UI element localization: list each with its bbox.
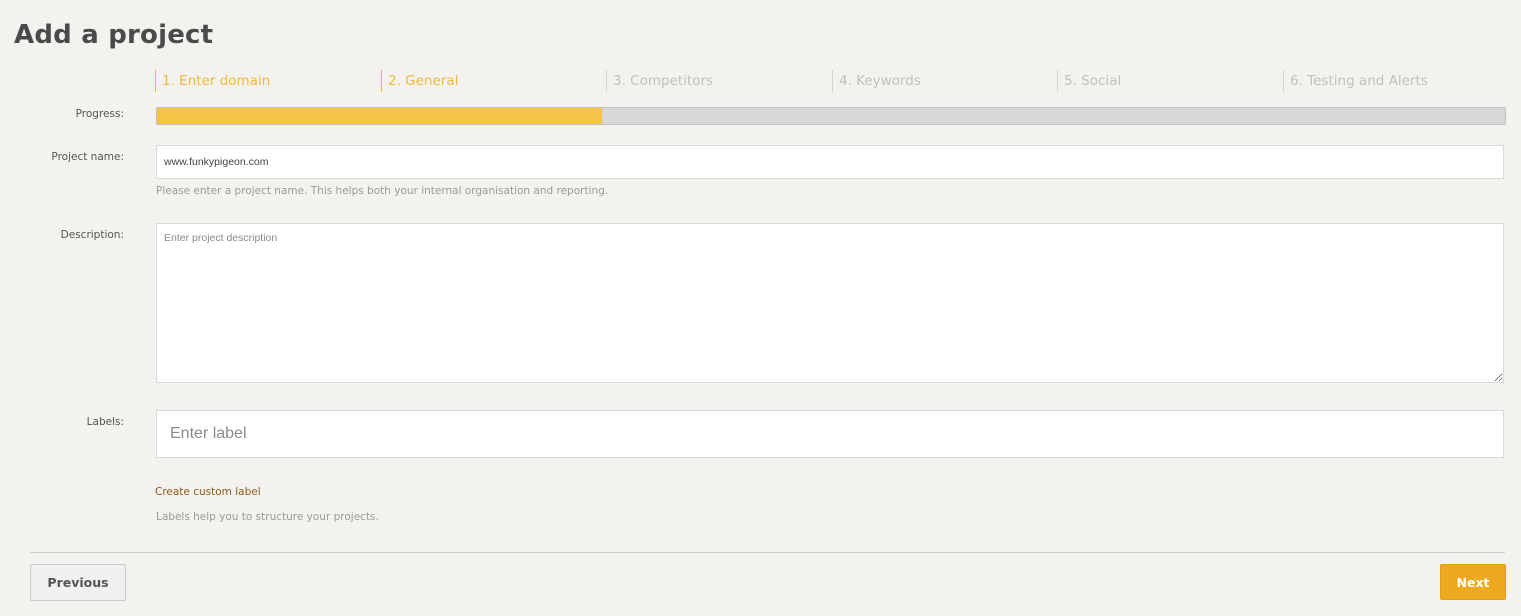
labels-help: Labels help you to structure your projec… bbox=[156, 511, 379, 523]
divider bbox=[30, 552, 1505, 553]
project-name-help: Please enter a project name. This helps … bbox=[156, 185, 609, 197]
project-name-label: Project name: bbox=[51, 151, 124, 163]
description-label: Description: bbox=[60, 229, 124, 241]
wizard-steps: 1. Enter domain 2. General 3. Competitor… bbox=[155, 70, 1505, 92]
labels-label: Labels: bbox=[86, 416, 124, 428]
description-textarea[interactable] bbox=[156, 223, 1504, 383]
step-enter-domain[interactable]: 1. Enter domain bbox=[155, 70, 270, 92]
project-name-input[interactable] bbox=[156, 145, 1504, 179]
step-general[interactable]: 2. General bbox=[381, 70, 458, 92]
page-title: Add a project bbox=[14, 20, 214, 50]
progress-label: Progress: bbox=[75, 108, 124, 120]
previous-button[interactable]: Previous bbox=[30, 564, 126, 601]
step-competitors: 3. Competitors bbox=[606, 70, 713, 92]
step-testing-and-alerts: 6. Testing and Alerts bbox=[1283, 70, 1428, 92]
step-keywords: 4. Keywords bbox=[832, 70, 921, 92]
step-social: 5. Social bbox=[1057, 70, 1121, 92]
labels-input[interactable] bbox=[156, 410, 1504, 458]
next-button[interactable]: Next bbox=[1440, 564, 1506, 600]
progress-fill bbox=[157, 108, 602, 124]
progress-bar bbox=[156, 107, 1506, 125]
create-custom-label-link[interactable]: Create custom label bbox=[155, 486, 261, 498]
